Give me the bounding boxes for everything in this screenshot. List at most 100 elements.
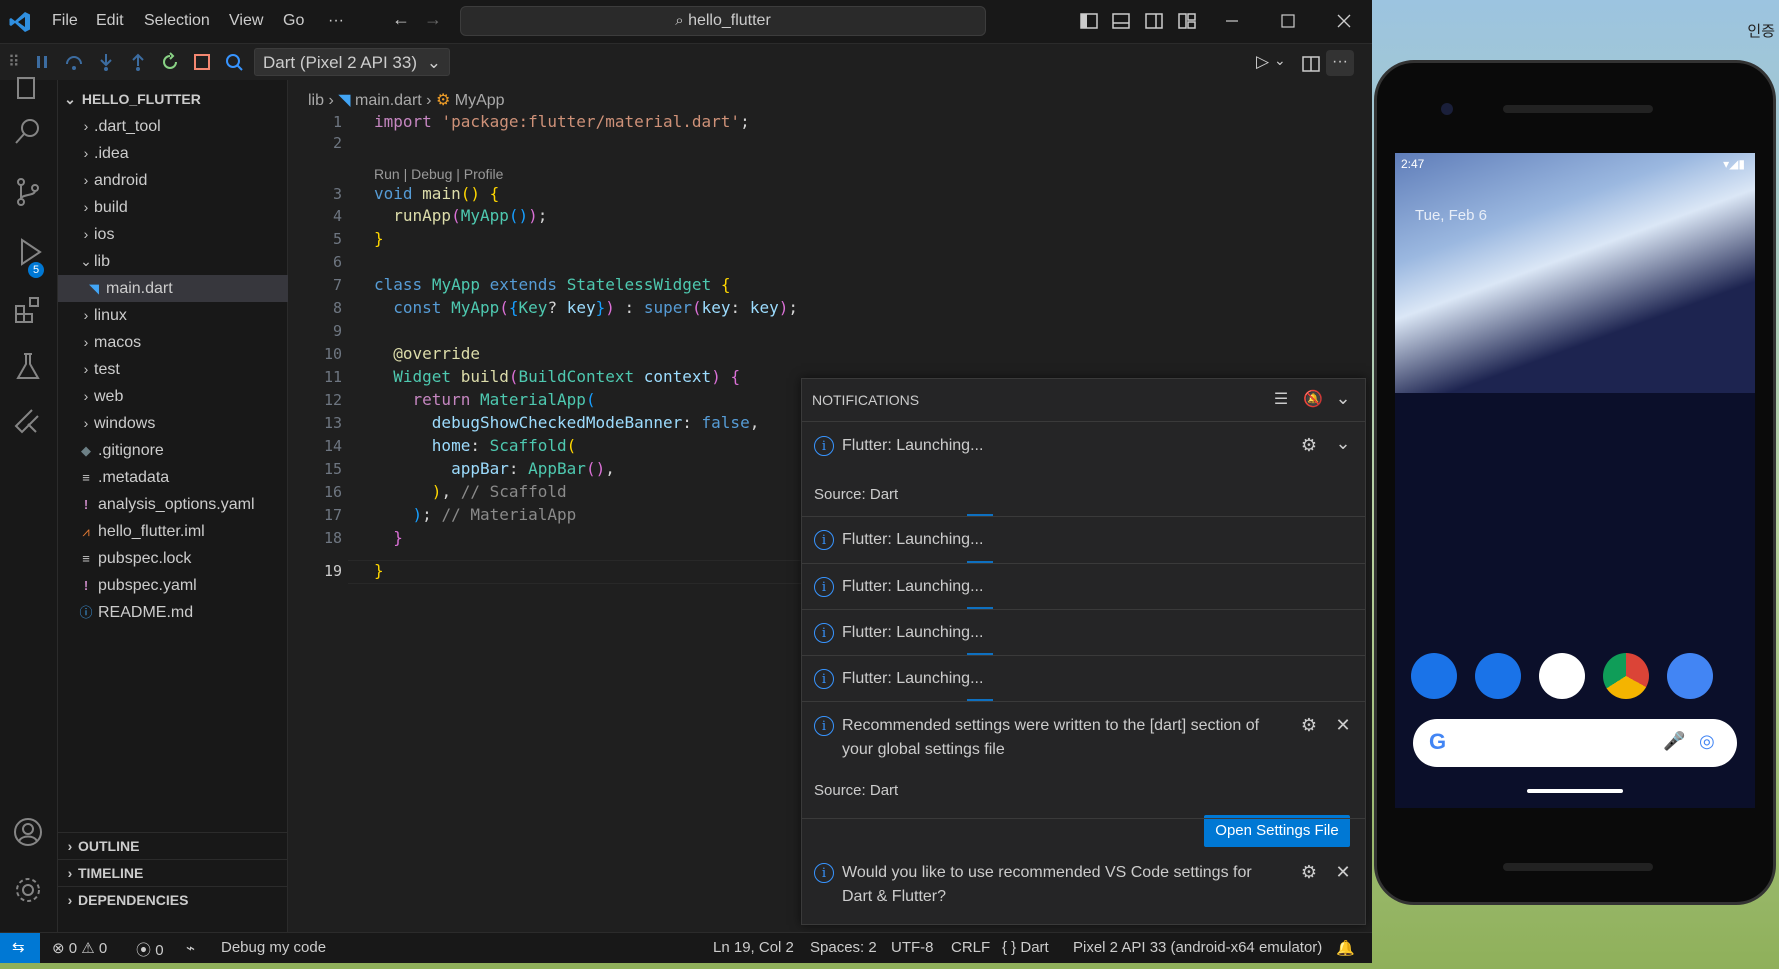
tree-item-iml[interactable]: ⩘ hello_flutter.iml <box>58 518 307 545</box>
flutter-icon[interactable] <box>12 406 44 438</box>
phone-app-icon[interactable] <box>1411 653 1457 699</box>
restart-icon[interactable] <box>160 52 180 72</box>
messages-app-icon[interactable] <box>1475 653 1521 699</box>
menu-edit[interactable]: Edit <box>96 12 124 30</box>
run-icon[interactable]: ▷ <box>1256 52 1269 72</box>
close-icon[interactable]: ✕ <box>1332 714 1354 736</box>
chevron-right-icon: › <box>83 172 89 188</box>
pause-icon[interactable] <box>32 52 52 72</box>
tree-item-idea[interactable]: › .idea <box>58 140 307 167</box>
chrome-app-icon[interactable] <box>1603 653 1649 699</box>
accounts-icon[interactable] <box>12 816 44 848</box>
menu-selection[interactable]: Selection <box>144 12 210 30</box>
home-gesture-bar[interactable] <box>1527 789 1623 793</box>
tree-item-web[interactable]: › web <box>58 383 307 410</box>
line-number: 2 <box>332 134 342 152</box>
customize-layout-icon[interactable] <box>1178 12 1196 30</box>
menu-view[interactable]: View <box>229 12 263 30</box>
step-over-icon[interactable] <box>64 52 84 72</box>
breadcrumb-lib[interactable]: lib <box>308 92 324 109</box>
chevron-down-icon[interactable]: ⌄ <box>1332 432 1354 454</box>
tree-item-build[interactable]: › build <box>58 194 307 221</box>
toggle-panel-icon[interactable] <box>1112 12 1130 30</box>
line-number: 8 <box>332 299 342 317</box>
tree-item-pubspec-lock[interactable]: ≡ pubspec.lock <box>58 545 307 572</box>
extensions-icon[interactable] <box>12 294 44 326</box>
section-outline[interactable]: › OUTLINE <box>58 832 287 860</box>
tree-item-lib[interactable]: ⌄ lib <box>58 248 307 275</box>
do-not-disturb-icon[interactable]: 🔕 <box>1302 389 1324 411</box>
command-center-search[interactable]: ⌕ hello_flutter <box>460 6 986 36</box>
codelens-run-debug-profile[interactable]: Run | Debug | Profile <box>374 166 503 182</box>
step-out-icon[interactable] <box>128 52 148 72</box>
tree-item-pubspec-yaml[interactable]: ! pubspec.yaml <box>58 572 307 599</box>
close-window-icon[interactable] <box>1328 6 1360 36</box>
explorer-root-folder[interactable]: ⌄ HELLO_FLUTTER <box>58 86 287 113</box>
language-mode-status[interactable]: { } Dart <box>1002 939 1049 956</box>
gear-icon[interactable]: ⚙ <box>1298 714 1320 736</box>
gear-icon[interactable] <box>12 874 44 906</box>
section-dependencies[interactable]: › DEPENDENCIES <box>58 886 287 914</box>
toggle-sidebar-icon[interactable] <box>1080 12 1098 30</box>
section-timeline[interactable]: › TIMELINE <box>58 859 287 887</box>
tree-item-dart-tool[interactable]: › .dart_tool <box>58 113 307 140</box>
remote-indicator[interactable]: ⇆ <box>0 933 40 963</box>
cursor-position-status[interactable]: Ln 19, Col 2 <box>713 939 794 956</box>
play-store-app-icon[interactable] <box>1539 653 1585 699</box>
step-into-icon[interactable] <box>96 52 116 72</box>
run-menu-chevron-icon[interactable]: ⌄ <box>1274 52 1286 69</box>
eol-status[interactable]: CRLF <box>951 939 990 956</box>
tree-item-windows[interactable]: › windows <box>58 410 307 437</box>
nav-back-icon[interactable]: ← <box>392 9 410 30</box>
stop-icon[interactable] <box>192 52 212 72</box>
notification-launching: i Flutter: Launching... <box>802 516 1365 563</box>
menu-file[interactable]: File <box>52 12 78 30</box>
clear-all-icon[interactable]: ☰ <box>1270 389 1292 411</box>
minimize-icon[interactable] <box>1216 6 1248 36</box>
tree-item-readme[interactable]: ⓘ README.md <box>58 599 307 626</box>
line-number: 14 <box>323 437 342 455</box>
chevron-down-icon[interactable]: ⌄ <box>1332 387 1354 409</box>
camera-app-icon[interactable] <box>1667 653 1713 699</box>
ports-indicator[interactable]: ⦿ 0 <box>136 939 164 960</box>
gear-icon[interactable]: ⚙ <box>1298 861 1320 883</box>
tree-item-ios[interactable]: › ios <box>58 221 307 248</box>
phone-screen[interactable]: 2:47 ▾◢▮ Tue, Feb 6 G 🎤 ◎ <box>1395 153 1755 808</box>
notification-bell-icon[interactable]: 🔔 <box>1336 939 1355 957</box>
tree-item-test[interactable]: › test <box>58 356 307 383</box>
lens-icon[interactable]: ◎ <box>1699 731 1715 752</box>
encoding-status[interactable]: UTF-8 <box>891 939 934 956</box>
indentation-status[interactable]: Spaces: 2 <box>810 939 877 956</box>
google-search-bar[interactable]: G 🎤 ◎ <box>1413 719 1737 767</box>
device-status[interactable]: Pixel 2 API 33 (android-x64 emulator) <box>1073 939 1322 956</box>
tree-item-metadata[interactable]: ≡ .metadata <box>58 464 307 491</box>
source-control-icon[interactable] <box>12 176 44 208</box>
problems-indicator[interactable]: ⊗ 0 ⚠ 0 <box>52 939 107 957</box>
tree-item-main-dart[interactable]: ◥ main.dart <box>58 275 315 302</box>
maximize-icon[interactable] <box>1272 6 1304 36</box>
tree-item-android[interactable]: › android <box>58 167 307 194</box>
debug-config-select[interactable]: Dart (Pixel 2 API 33) ⌄ <box>254 48 450 76</box>
gear-icon[interactable]: ⚙ <box>1298 434 1320 456</box>
tree-item-macos[interactable]: › macos <box>58 329 307 356</box>
tree-item-analysis-options[interactable]: ! analysis_options.yaml <box>58 491 307 518</box>
breadcrumb-symbol[interactable]: MyApp <box>455 92 505 109</box>
menu-go[interactable]: Go <box>283 12 304 30</box>
split-editor-icon[interactable] <box>1302 55 1320 73</box>
mic-icon[interactable]: 🎤 <box>1663 731 1685 752</box>
explorer-icon[interactable] <box>12 72 44 104</box>
breadcrumb-file[interactable]: main.dart <box>355 92 422 109</box>
drag-handle-icon[interactable]: ⠿ <box>8 52 28 72</box>
toggle-secondary-sidebar-icon[interactable] <box>1145 12 1163 30</box>
tree-item-linux[interactable]: › linux <box>58 302 307 329</box>
testing-icon[interactable] <box>12 350 44 382</box>
search-icon[interactable] <box>12 116 44 148</box>
menu-more[interactable]: ··· <box>328 12 344 30</box>
more-actions-icon[interactable]: ··· <box>1326 50 1354 76</box>
tree-item-label: macos <box>94 334 142 351</box>
nav-forward-icon[interactable]: → <box>424 9 442 30</box>
debug-my-code-status[interactable]: Debug my code <box>221 939 326 956</box>
flutter-inspector-icon[interactable] <box>224 52 244 72</box>
tree-item-gitignore[interactable]: ◆ .gitignore <box>58 437 307 464</box>
close-icon[interactable]: ✕ <box>1332 861 1354 883</box>
